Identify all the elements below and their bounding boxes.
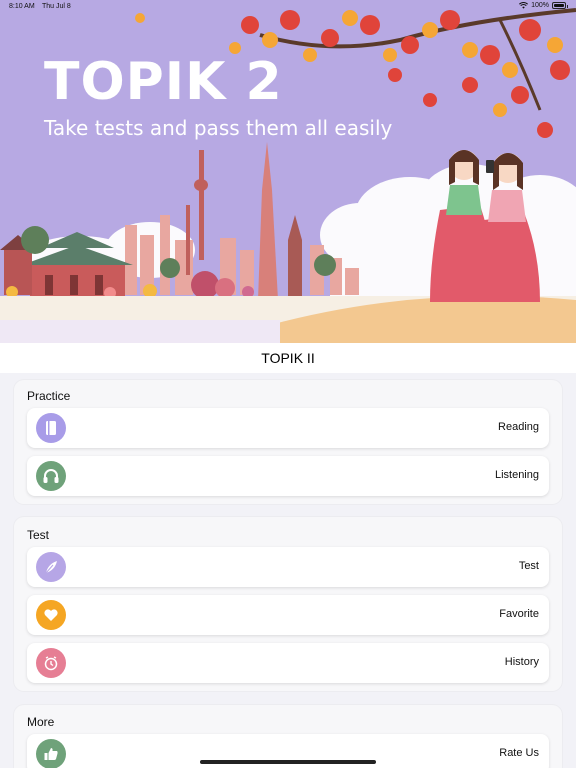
book-icon xyxy=(36,413,66,443)
home-indicator[interactable] xyxy=(200,760,376,764)
feather-icon xyxy=(36,552,66,582)
navigation-bar: TOPIK II xyxy=(0,343,576,373)
status-bar: 8:10 AM Thu Jul 8 100% xyxy=(0,0,576,14)
clock-icon xyxy=(36,648,66,678)
status-time: 8:10 AM xyxy=(9,3,35,10)
reading-label: Reading xyxy=(498,421,539,433)
test-label: Test xyxy=(518,560,539,572)
headphones-icon xyxy=(36,461,66,491)
listening-row[interactable]: Listening xyxy=(27,456,549,496)
favorite-row[interactable]: Favorite xyxy=(27,595,549,635)
banner-subtitle: Take tests and pass them all easily xyxy=(44,116,393,140)
status-date: Thu Jul 8 xyxy=(42,3,71,10)
heart-icon xyxy=(36,600,66,630)
section-title-test: Test xyxy=(27,528,50,542)
reading-row[interactable]: Reading xyxy=(27,408,549,448)
practice-section: Practice Reading Listening xyxy=(14,380,562,504)
history-row[interactable]: History xyxy=(27,643,549,683)
battery-percent: 100% xyxy=(531,2,549,9)
page-title: TOPIK II xyxy=(261,350,315,366)
test-section: Test Test Favorite History xyxy=(14,517,562,691)
wifi-icon xyxy=(519,2,529,9)
status-right: 100% xyxy=(519,2,568,9)
rate-us-label: Rate Us xyxy=(499,747,539,759)
section-title-more: More xyxy=(27,715,55,729)
battery-icon xyxy=(552,2,568,9)
hero-banner: TOPIK 2 Take tests and pass them all eas… xyxy=(0,0,576,343)
section-title-practice: Practice xyxy=(27,389,71,403)
banner-title: TOPIK 2 xyxy=(44,52,283,112)
favorite-label: Favorite xyxy=(499,608,539,620)
listening-label: Listening xyxy=(494,469,539,481)
test-row[interactable]: Test xyxy=(27,547,549,587)
history-label: History xyxy=(504,656,539,668)
thumbs-up-icon xyxy=(36,739,66,768)
more-section: More Rate Us xyxy=(14,705,562,768)
